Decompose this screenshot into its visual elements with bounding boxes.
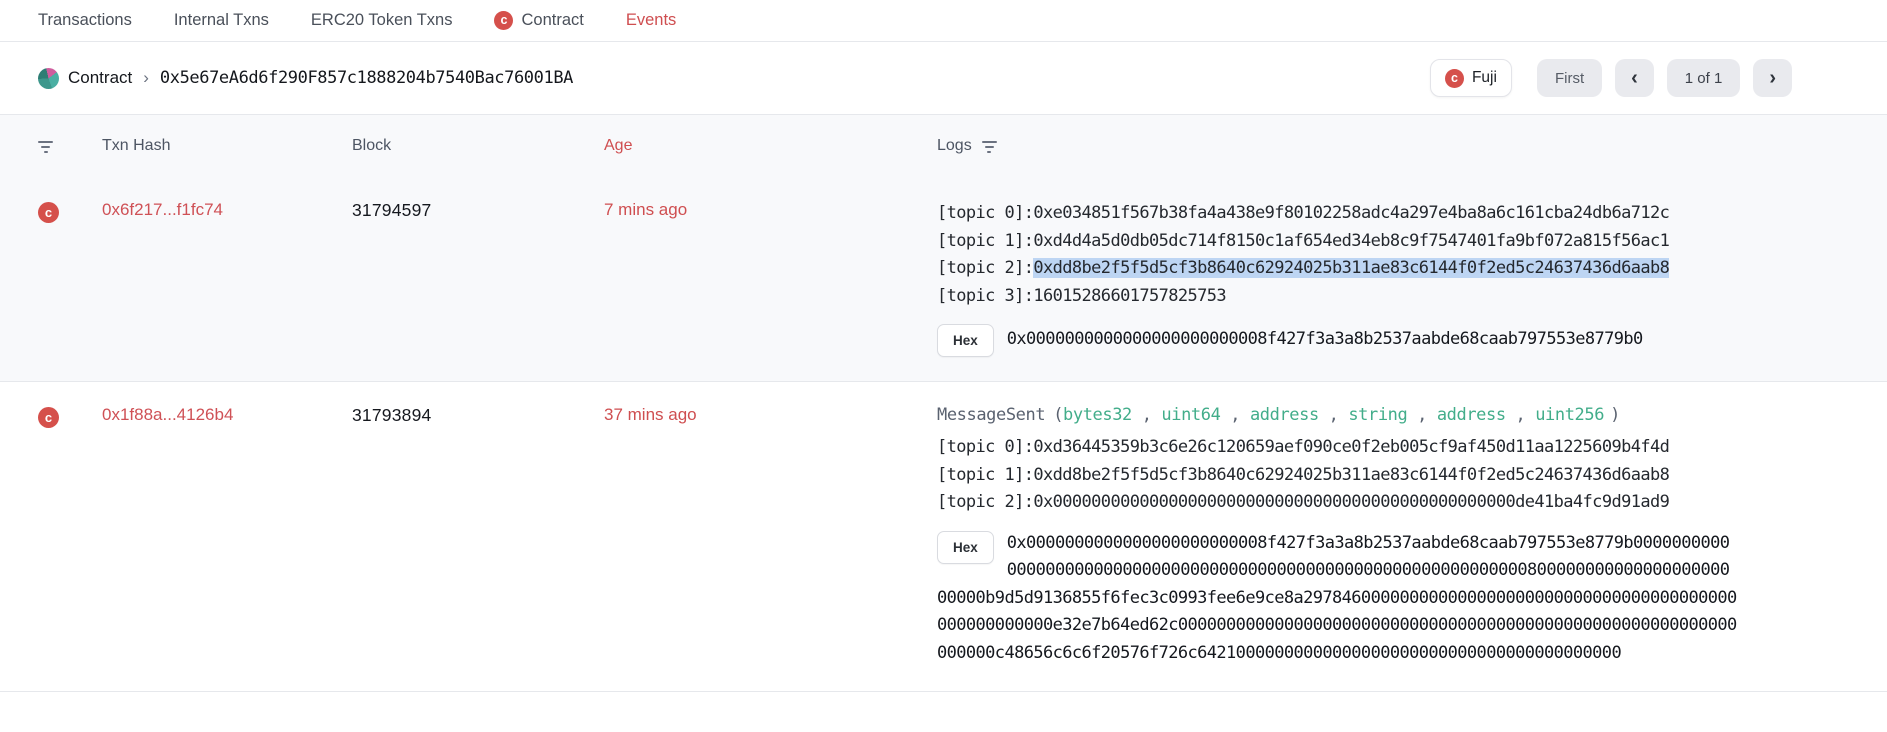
block-cell: 31793894 <box>352 405 604 667</box>
event-row: c 0x1f88a...4126b4 31793894 37 mins ago … <box>0 382 1887 692</box>
pagination-toolbar: c Fuji First ‹ 1 of 1 › <box>1430 59 1792 97</box>
first-page-button[interactable]: First <box>1537 59 1602 97</box>
log-topic: [topic 0]:0xe034851f567b38fa4a438e9f8010… <box>937 200 1792 228</box>
contract-method-icon: c <box>38 202 59 223</box>
filter-column <box>38 139 102 153</box>
tab-transactions[interactable]: Transactions <box>38 11 132 30</box>
tab-erc20-token-txns[interactable]: ERC20 Token Txns <box>311 11 453 30</box>
txn-hash-cell: 0x6f217...f1fc74 <box>102 200 352 357</box>
logs-cell: [topic 0]:0xe034851f567b38fa4a438e9f8010… <box>937 200 1792 357</box>
age-cell: 7 mins ago <box>604 200 937 357</box>
log-topic: [topic 3]:16015286601757825753 <box>937 283 1792 311</box>
contract-header: Contract › 0x5e67eA6d6f290F857c1888204b7… <box>0 42 1887 114</box>
row-type-cell: c <box>38 200 102 357</box>
log-topic: [topic 1]:0xdd8be2f5f5d5cf3b8640c6292402… <box>937 462 1792 490</box>
network-c-icon: c <box>1445 69 1464 88</box>
column-header-txn-hash: Txn Hash <box>102 137 352 155</box>
logs-filter-icon[interactable] <box>982 139 997 153</box>
network-label: Fuji <box>1472 69 1497 87</box>
column-header-block: Block <box>352 137 604 155</box>
filter-icon[interactable] <box>38 139 53 153</box>
event-row: c 0x6f217...f1fc74 31794597 7 mins ago [… <box>0 177 1887 382</box>
network-badge-fuji[interactable]: c Fuji <box>1430 59 1512 97</box>
tab-internal-txns[interactable]: Internal Txns <box>174 11 269 30</box>
logs-cell: MessageSent(bytes32uint64addressstringad… <box>937 405 1792 667</box>
log-topic: [topic 1]:0xd4d4a5d0db05dc714f8150c1af65… <box>937 228 1792 256</box>
table-header-row: Txn Hash Block Age Logs <box>0 115 1887 177</box>
contract-badge-icon: c <box>494 11 513 30</box>
tab-contract-label: Contract <box>521 11 583 30</box>
tab-contract[interactable]: c Contract <box>494 11 583 30</box>
events-table: Txn Hash Block Age Logs c 0x6f217...f1fc… <box>0 115 1887 692</box>
breadcrumb: Contract › 0x5e67eA6d6f290F857c1888204b7… <box>38 68 573 89</box>
log-data-hex: 0x0000000000000000000000008f427f3a3a8b25… <box>937 533 1737 663</box>
log-data-hex: 0x0000000000000000000000008f427f3a3a8b25… <box>1007 326 1643 354</box>
prev-page-button[interactable]: ‹ <box>1615 59 1654 97</box>
txn-hash-link[interactable]: 0x1f88a...4126b4 <box>102 405 233 424</box>
next-page-button[interactable]: › <box>1753 59 1792 97</box>
log-data-block: Hex 0x0000000000000000000000008f427f3a3a… <box>937 530 1737 668</box>
block-cell: 31794597 <box>352 200 604 357</box>
tab-bar: Transactions Internal Txns ERC20 Token T… <box>0 0 1887 41</box>
row-type-cell: c <box>38 405 102 667</box>
txn-hash-link[interactable]: 0x6f217...f1fc74 <box>102 200 223 219</box>
event-signature: MessageSent(bytes32uint64addressstringad… <box>937 405 1792 425</box>
log-topic: [topic 0]:0xd36445359b3c6e26c120659aef09… <box>937 434 1792 462</box>
event-params: bytes32uint64addressstringaddressuint256 <box>1063 405 1604 425</box>
log-data-block: Hex 0x0000000000000000000000008f427f3a3a… <box>937 323 1792 357</box>
log-topic: [topic 2]:0xdd8be2f5f5d5cf3b8640c6292402… <box>937 255 1792 283</box>
column-header-age[interactable]: Age <box>604 137 937 155</box>
age-cell: 37 mins ago <box>604 405 937 667</box>
contract-identicon <box>38 68 59 89</box>
breadcrumb-separator-icon: › <box>141 68 151 88</box>
hex-toggle-button[interactable]: Hex <box>937 324 994 357</box>
contract-method-icon: c <box>38 407 59 428</box>
column-header-logs: Logs <box>937 137 1792 155</box>
contract-address: 0x5e67eA6d6f290F857c1888204b7540Bac76001… <box>160 68 573 88</box>
log-topic: [topic 2]:0x0000000000000000000000000000… <box>937 489 1792 517</box>
page-indicator: 1 of 1 <box>1667 59 1741 97</box>
hex-toggle-button[interactable]: Hex <box>937 531 994 564</box>
txn-hash-cell: 0x1f88a...4126b4 <box>102 405 352 667</box>
event-name: MessageSent <box>937 405 1045 425</box>
tab-events[interactable]: Events <box>626 11 676 30</box>
selected-topic-value: 0xdd8be2f5f5d5cf3b8640c62924025b311ae83c… <box>1033 258 1669 278</box>
breadcrumb-section: Contract <box>68 68 132 88</box>
